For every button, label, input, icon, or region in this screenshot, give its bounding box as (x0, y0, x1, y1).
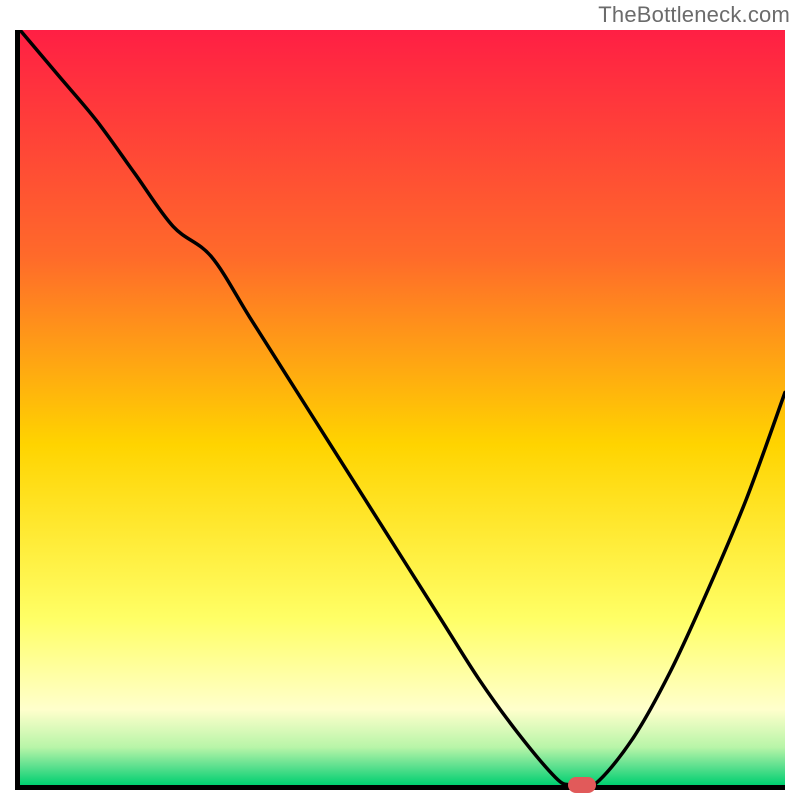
plot-inner (20, 30, 785, 785)
plot-area (15, 30, 785, 790)
chart-frame: TheBottleneck.com (0, 0, 800, 800)
optimal-point-marker (568, 777, 596, 793)
watermark-text: TheBottleneck.com (598, 2, 790, 28)
bottleneck-curve-path (20, 30, 785, 785)
curve-svg (20, 30, 785, 785)
